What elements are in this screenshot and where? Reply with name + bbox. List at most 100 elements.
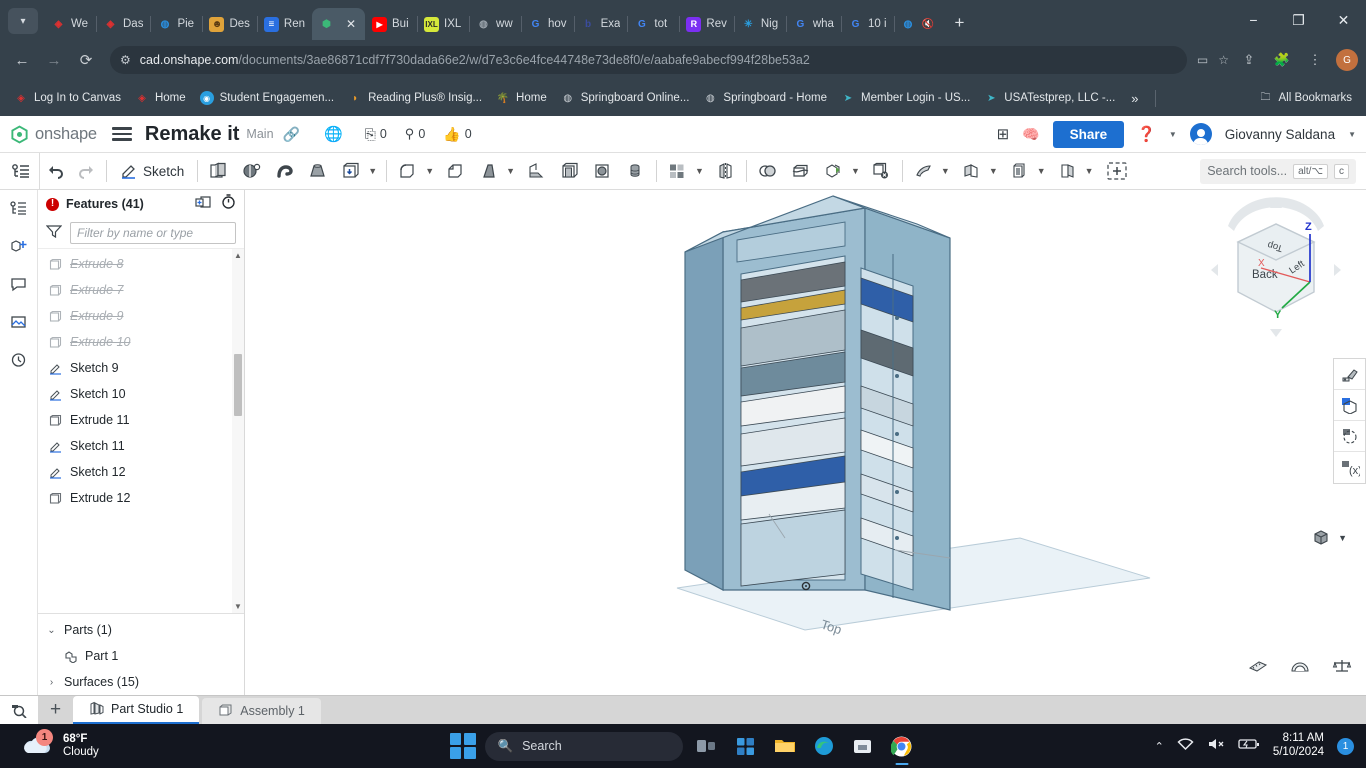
add-tab-button[interactable]: + <box>38 696 73 724</box>
browser-tab[interactable]: ☻ Des <box>202 8 258 40</box>
document-title[interactable]: Remake it <box>145 123 240 146</box>
feature-row[interactable]: Sketch 10 <box>38 381 232 407</box>
rollback-timer-icon[interactable] <box>221 194 236 214</box>
split-icon[interactable] <box>784 153 817 190</box>
shell-icon[interactable] <box>553 153 586 190</box>
search-doc-icon[interactable] <box>0 696 38 724</box>
feature-row[interactable]: Extrude 10 <box>38 329 232 355</box>
browser-tab[interactable]: G 10 i <box>841 8 895 40</box>
features-list[interactable]: Extrude 8 Extrude 7 Extrude 9 Extrude 10… <box>38 248 244 613</box>
chrome-icon[interactable] <box>887 731 917 761</box>
browser-tab[interactable]: ◈ Das <box>96 8 152 40</box>
bookmark-item[interactable]: 🌴 Home <box>490 87 553 109</box>
browser-tab[interactable]: ◍ Pie <box>150 8 204 40</box>
feature-row[interactable]: Extrude 12 <box>38 485 232 511</box>
flatten-icon[interactable] <box>1003 153 1036 190</box>
insert-part-icon[interactable] <box>7 234 31 258</box>
avatar[interactable] <box>1189 123 1212 145</box>
close-window-button[interactable]: ✕ <box>1321 0 1366 40</box>
pattern-caret-icon[interactable]: ▼ <box>694 166 709 176</box>
undo-button[interactable] <box>40 153 71 190</box>
all-bookmarks-button[interactable]: 🗀 All Bookmarks <box>1253 87 1359 109</box>
feature-row[interactable]: Extrude 7 <box>38 277 232 303</box>
view-cube[interactable]: Back Top Left X Y Z <box>1206 196 1346 346</box>
pins-count[interactable]: ⚲ 0 <box>405 126 425 142</box>
feature-row[interactable]: Sketch 12 <box>38 459 232 485</box>
browser-tab-active[interactable]: ⬢ ✕ <box>312 8 366 40</box>
delete-face-icon[interactable] <box>865 153 898 190</box>
browser-tab-muted[interactable]: ◍ 🔇 <box>894 8 943 40</box>
payment-icon[interactable]: ▭ <box>1197 53 1208 67</box>
feature-list-icon[interactable] <box>2 152 40 190</box>
rib-icon[interactable] <box>520 153 553 190</box>
unfold-caret-icon[interactable]: ▼ <box>1084 166 1099 176</box>
flatten-caret-icon[interactable]: ▼ <box>1036 166 1051 176</box>
browser-tab[interactable]: Gtot <box>627 8 681 40</box>
bookmark-item[interactable]: ◍ Springboard Online... <box>555 87 696 109</box>
filter-icon[interactable] <box>45 224 63 243</box>
mate-connector-icon[interactable] <box>235 153 268 190</box>
chamfer-icon[interactable] <box>439 153 472 190</box>
new-tab-button[interactable]: + <box>947 10 973 36</box>
branch-label[interactable]: Main <box>246 127 273 141</box>
browser-tab[interactable]: ◈ We <box>44 8 97 40</box>
features-scrollbar[interactable]: ▲ ▼ <box>232 249 244 613</box>
thread-icon[interactable] <box>619 153 652 190</box>
bookmark-item[interactable]: ◗ Reading Plus® Insig... <box>342 87 488 109</box>
back-icon[interactable]: ← <box>8 46 36 74</box>
onshape-logo[interactable]: onshape <box>10 125 97 144</box>
reload-icon[interactable]: ⟳ <box>72 46 100 74</box>
search-input[interactable]: 🔍 Search <box>484 731 683 761</box>
browser-tab[interactable]: R Rev <box>679 8 735 40</box>
unfold-icon[interactable] <box>1051 153 1084 190</box>
scroll-down-icon[interactable]: ▼ <box>232 600 244 613</box>
scroll-up-icon[interactable]: ▲ <box>232 249 244 262</box>
loft-icon[interactable] <box>301 153 334 190</box>
link-icon[interactable]: 🔗 <box>283 126 300 143</box>
bookmark-item[interactable]: ◍ Springboard - Home <box>697 87 833 109</box>
browser-tab[interactable]: ≡ Ren <box>257 8 314 40</box>
scrollbar-thumb[interactable] <box>234 354 242 416</box>
part-row[interactable]: Part 1 <box>38 643 244 669</box>
boolean-icon[interactable] <box>751 153 784 190</box>
browser-tab[interactable]: Gwha <box>786 8 842 40</box>
draft-caret-icon[interactable]: ▼ <box>505 166 520 176</box>
browser-tab[interactable]: ▶ Bui <box>365 8 419 40</box>
share-button[interactable]: Share <box>1052 120 1125 148</box>
feature-tree-icon[interactable] <box>7 196 31 220</box>
chevron-down-icon[interactable]: ⌄ <box>46 625 57 636</box>
history-icon[interactable] <box>7 348 31 372</box>
browser-tab[interactable]: b Exa <box>574 8 629 40</box>
render-icon[interactable] <box>1334 390 1365 421</box>
tab-close-icon[interactable]: ✕ <box>344 17 358 31</box>
feature-row[interactable]: Extrude 9 <box>38 303 232 329</box>
feature-row[interactable]: Extrude 11 <box>38 407 232 433</box>
tab-part-studio-1[interactable]: Part Studio 1 <box>73 696 200 724</box>
redo-button[interactable] <box>71 153 102 190</box>
bookmark-item[interactable]: ◉ Student Engagemen... <box>194 87 340 109</box>
sheetmetal-caret-icon[interactable]: ▼ <box>940 166 955 176</box>
parts-group-row[interactable]: ⌄ Parts (1) <box>38 617 244 643</box>
mute-icon[interactable]: 🔇 <box>921 17 936 32</box>
likes-count[interactable]: 👍 0 <box>443 126 471 143</box>
tab-search-button[interactable]: ▾ <box>8 8 38 34</box>
menu-icon[interactable]: ⋮ <box>1303 48 1327 72</box>
edge-icon[interactable] <box>809 731 839 761</box>
extrude-caret-icon[interactable]: ▼ <box>367 166 382 176</box>
chevron-right-icon[interactable]: › <box>46 677 57 688</box>
address-bar[interactable]: ⚙ cad.onshape.com/documents/3ae86871cdf7… <box>110 46 1187 74</box>
help-caret-icon[interactable]: ▼ <box>1169 130 1177 139</box>
sheetmetal-icon[interactable] <box>907 153 940 190</box>
transform-caret-icon[interactable]: ▼ <box>850 166 865 176</box>
bookmark-item[interactable]: ◈ Log In to Canvas <box>8 87 127 109</box>
bookmark-item[interactable]: ◈ Home <box>129 87 192 109</box>
measure-icon[interactable] <box>1248 658 1268 679</box>
feature-row[interactable]: Extrude 8 <box>38 251 232 277</box>
error-badge-icon[interactable]: ! <box>46 197 59 211</box>
rotate-render-icon[interactable] <box>1334 421 1365 452</box>
wifi-icon[interactable] <box>1177 737 1194 756</box>
feature-row[interactable]: Sketch 9 <box>38 355 232 381</box>
brain-icon[interactable]: 🧠 <box>1022 126 1039 143</box>
store-icon[interactable] <box>848 731 878 761</box>
angle-icon[interactable] <box>1290 658 1310 679</box>
